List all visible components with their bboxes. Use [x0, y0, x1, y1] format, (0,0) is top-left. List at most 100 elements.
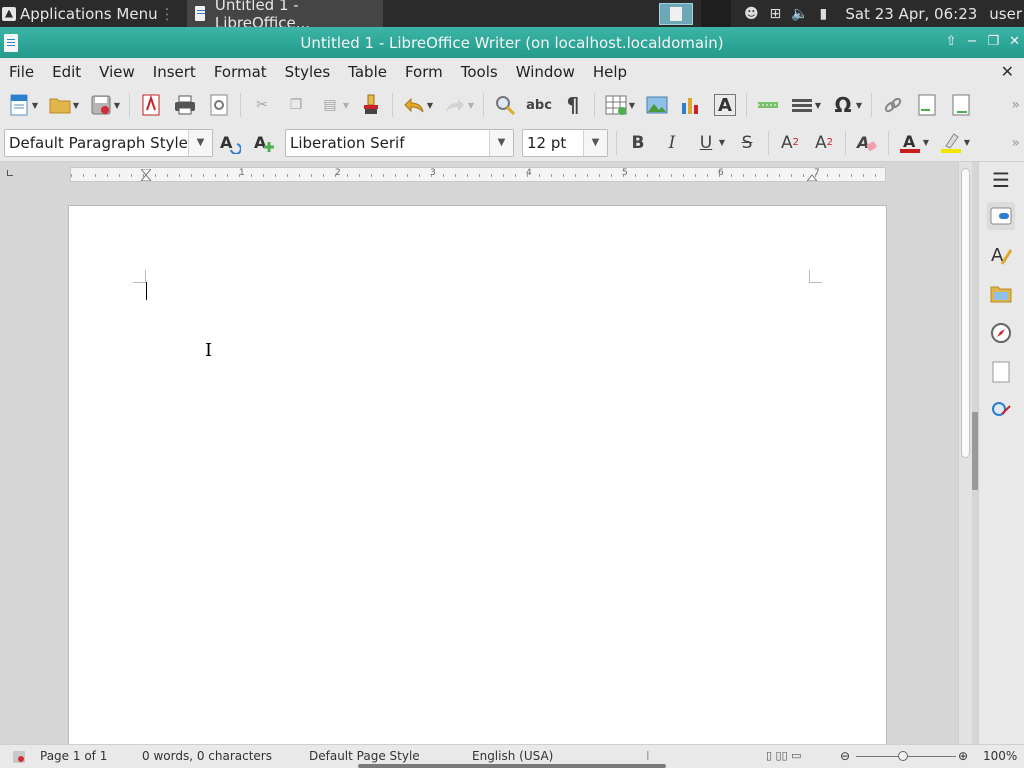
paragraph-style-dropdown-arrow[interactable]: ▼	[188, 129, 212, 156]
window-close-button[interactable]: ✕	[1009, 34, 1020, 49]
window-maximize-button[interactable]: ❐	[987, 34, 999, 49]
zoom-slider[interactable]	[856, 751, 956, 761]
open-dropdown-arrow[interactable]: ▼	[72, 94, 80, 116]
bold-icon[interactable]: B	[627, 132, 649, 154]
vertical-scrollbar-thumb[interactable]	[961, 168, 970, 458]
underline-icon[interactable]: U	[695, 132, 717, 154]
undo-icon[interactable]	[403, 94, 425, 116]
superscript-icon[interactable]: A2	[779, 132, 801, 154]
clone-formatting-icon[interactable]	[360, 94, 382, 116]
insert-footnote-icon[interactable]	[916, 94, 938, 116]
document-canvas[interactable]: I	[0, 188, 958, 744]
workspace-pager-empty[interactable]	[701, 0, 732, 27]
cut-icon[interactable]: ✂	[251, 94, 273, 116]
menu-help[interactable]: Help	[584, 63, 636, 81]
menu-styles[interactable]: Styles	[276, 63, 340, 81]
word-count[interactable]: 0 words, 0 characters	[142, 749, 272, 763]
font-name-dropdown-arrow[interactable]: ▼	[489, 129, 513, 156]
update-style-icon[interactable]: A	[219, 132, 241, 154]
insert-field-icon[interactable]	[791, 94, 813, 116]
toolbar-overflow-icon[interactable]: »	[1011, 97, 1020, 113]
horizontal-ruler[interactable]: 1 2 3 4 5 6 7	[70, 167, 886, 182]
tab-stop-type-icon[interactable]	[7, 170, 13, 176]
horizontal-scroll-indicator[interactable]	[358, 764, 666, 768]
font-size-combo[interactable]: 12 pt ▼	[522, 128, 608, 157]
font-color-icon[interactable]: A	[899, 132, 921, 154]
window-titlebar[interactable]: Untitled 1 - LibreOffice Writer (on loca…	[0, 27, 1024, 58]
highlight-dropdown-arrow[interactable]: ▼	[963, 132, 971, 154]
redo-icon[interactable]	[444, 94, 466, 116]
format-toolbar-overflow-icon[interactable]: »	[1011, 135, 1020, 151]
user-menu[interactable]: user	[989, 5, 1022, 23]
menu-edit[interactable]: Edit	[43, 63, 90, 81]
new-document-icon[interactable]	[8, 94, 30, 116]
undo-dropdown-arrow[interactable]: ▼	[426, 94, 434, 116]
vertical-scrollbar[interactable]	[958, 162, 972, 744]
formatting-marks-icon[interactable]: ¶	[562, 93, 584, 117]
text-language[interactable]: English (USA)	[472, 749, 553, 763]
new-style-icon[interactable]: A	[253, 132, 275, 154]
sidebar-properties-icon[interactable]	[987, 202, 1015, 230]
menu-tools[interactable]: Tools	[452, 63, 507, 81]
zoom-in-icon[interactable]: ⊕	[958, 749, 968, 763]
paragraph-style-combo[interactable]: Default Paragraph Style ▼	[4, 128, 213, 157]
print-preview-icon[interactable]	[208, 94, 230, 116]
taskbar-item-writer[interactable]: Untitled 1 - LibreOffice...	[186, 0, 383, 32]
menu-form[interactable]: Form	[396, 63, 452, 81]
sidebar-page-icon[interactable]	[987, 358, 1015, 386]
strikethrough-icon[interactable]: S	[736, 132, 758, 154]
workspace-pager[interactable]	[659, 2, 694, 25]
menu-file[interactable]: File	[0, 63, 43, 81]
menu-view[interactable]: View	[90, 63, 144, 81]
sidebar-navigator-icon[interactable]	[987, 319, 1015, 347]
field-dropdown-arrow[interactable]: ▼	[814, 94, 822, 116]
menu-table[interactable]: Table	[339, 63, 396, 81]
clear-formatting-icon[interactable]: A	[856, 132, 878, 154]
spelling-icon[interactable]: abc	[526, 94, 552, 116]
insert-endnote-icon[interactable]	[950, 94, 972, 116]
insert-chart-icon[interactable]	[680, 94, 702, 116]
insert-hyperlink-icon[interactable]	[882, 94, 904, 116]
subscript-icon[interactable]: A2	[813, 132, 835, 154]
copy-icon[interactable]: ❐	[285, 94, 307, 116]
save-icon[interactable]	[90, 94, 112, 116]
volume-icon[interactable]: 🔈	[791, 6, 808, 22]
paste-dropdown-arrow[interactable]: ▼	[342, 94, 350, 116]
insert-fontwork-icon[interactable]: A	[714, 94, 736, 116]
page-count[interactable]: Page 1 of 1	[40, 749, 107, 763]
redo-dropdown-arrow[interactable]: ▼	[467, 94, 475, 116]
save-dropdown-arrow[interactable]: ▼	[113, 94, 121, 116]
menu-window[interactable]: Window	[507, 63, 584, 81]
updates-icon[interactable]: ☻	[743, 6, 759, 22]
zoom-slider-knob[interactable]	[898, 751, 908, 761]
table-dropdown-arrow[interactable]: ▼	[628, 94, 636, 116]
menu-format[interactable]: Format	[205, 63, 276, 81]
new-dropdown-arrow[interactable]: ▼	[31, 94, 39, 116]
network-icon[interactable]: ⊞	[767, 6, 783, 22]
highlight-color-icon[interactable]	[940, 132, 962, 154]
menu-insert[interactable]: Insert	[144, 63, 205, 81]
underline-dropdown-arrow[interactable]: ▼	[718, 132, 726, 154]
insert-page-break-icon[interactable]	[757, 94, 779, 116]
close-document-button[interactable]: ✕	[1001, 62, 1014, 81]
insert-mode-icon[interactable]: I	[646, 749, 650, 763]
export-pdf-icon[interactable]	[140, 94, 162, 116]
open-folder-icon[interactable]	[49, 94, 71, 116]
insert-table-icon[interactable]	[605, 94, 627, 116]
font-color-dropdown-arrow[interactable]: ▼	[922, 132, 930, 154]
italic-icon[interactable]: I	[661, 132, 683, 154]
zoom-out-icon[interactable]: ⊖	[840, 749, 850, 763]
document-modified-icon[interactable]	[12, 750, 26, 767]
find-replace-icon[interactable]	[494, 94, 516, 116]
sidebar-styles-icon[interactable]: A	[987, 241, 1015, 269]
special-character-dropdown-arrow[interactable]: ▼	[855, 94, 863, 116]
font-name-combo[interactable]: Liberation Serif ▼	[285, 128, 514, 157]
document-page[interactable]: I	[68, 205, 887, 744]
sidebar-settings-menu-icon[interactable]: ☰	[987, 166, 1015, 194]
sidebar-manage-changes-icon[interactable]	[987, 397, 1015, 425]
left-indent-marker[interactable]	[141, 169, 151, 181]
view-layout-icons[interactable]: ▯ ▯▯ ▭	[766, 749, 802, 762]
print-icon[interactable]	[174, 94, 196, 116]
special-character-icon[interactable]: Ω	[832, 93, 854, 117]
window-minimize-button[interactable]: −	[967, 34, 978, 49]
